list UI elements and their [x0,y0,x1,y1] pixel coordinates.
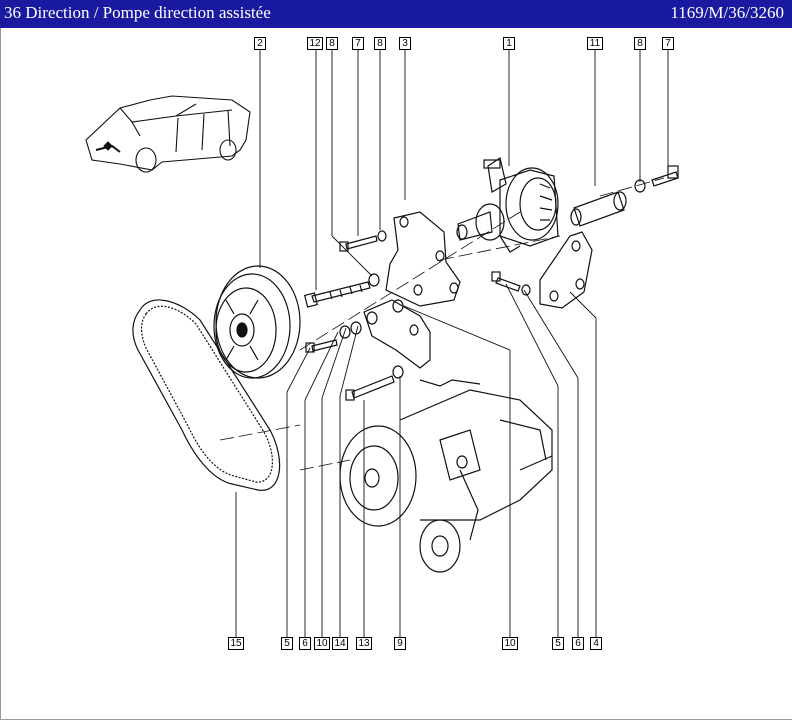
callout-label: 6 [572,637,584,650]
callout-label: 4 [590,637,602,650]
callout-label: 13 [356,637,372,650]
callout-label: 8 [634,37,646,50]
document-reference: 1169/M/36/3260 [670,3,784,22]
page-title: 36 Direction / Pompe direction assistée [4,3,271,22]
callout-label: 6 [299,637,311,650]
callout-label: 8 [326,37,338,50]
callout-label: 10 [502,637,518,650]
rear-bracket [539,231,593,309]
callout-label: 7 [352,37,364,50]
long-bolt [303,281,371,308]
callout-label: 5 [552,637,564,650]
leader-lines [235,50,669,637]
callout-label: 7 [662,37,674,50]
car-illustration [85,95,251,173]
callout-label: 12 [307,37,323,50]
power-steering-pump [456,157,559,253]
callout-label: 14 [332,637,348,650]
callout-label: 9 [394,637,406,650]
exploded-view-diagram [85,50,679,637]
mounting-bracket [385,211,461,307]
lower-bracket [363,299,431,369]
callout-label: 10 [314,637,330,650]
callout-label: 8 [374,37,386,50]
callout-label: 2 [254,37,266,50]
title-bar: 36 Direction / Pompe direction assistée … [0,0,792,28]
compressor-assembly [339,379,553,573]
callout-label: 5 [281,637,293,650]
spacer-sleeve [570,191,627,227]
callout-label: 15 [228,637,244,650]
callout-label: 11 [587,37,603,50]
callout-label: 3 [399,37,411,50]
callout-label: 1 [503,37,515,50]
v-belt [132,299,281,491]
